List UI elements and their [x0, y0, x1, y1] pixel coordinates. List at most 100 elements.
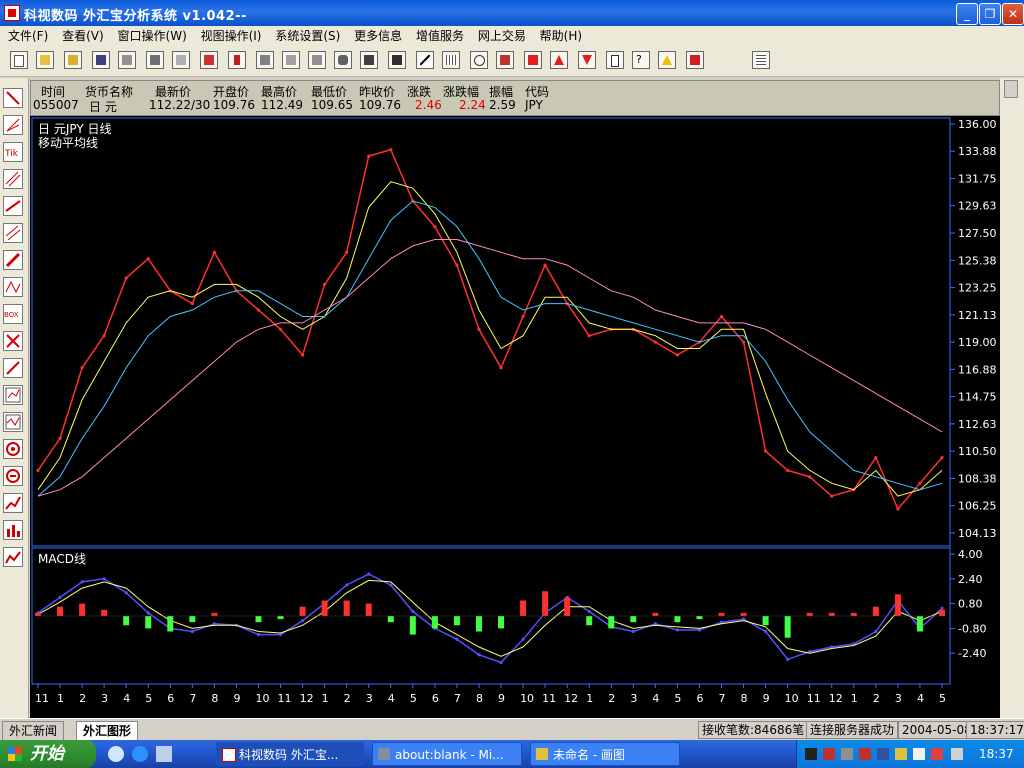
menu-online-trade[interactable]: 网上交易: [476, 26, 528, 46]
currency-icon[interactable]: [496, 51, 514, 69]
tray-icon-2[interactable]: [823, 748, 835, 760]
indicator-icon[interactable]: [3, 412, 23, 432]
save-icon[interactable]: [92, 51, 110, 69]
tab-forex-news[interactable]: 外汇新闻: [2, 721, 65, 741]
folder-icon[interactable]: [64, 51, 82, 69]
menu-file[interactable]: 文件(F): [6, 26, 50, 46]
menu-more-info[interactable]: 更多信息: [352, 26, 404, 46]
fibonacci-icon[interactable]: [3, 277, 23, 297]
detail-icon[interactable]: [360, 51, 378, 69]
panel-icon[interactable]: [308, 51, 326, 69]
x-tick-label: 12: [564, 692, 578, 705]
y-tick-label: 125.38: [958, 254, 997, 267]
restore-button[interactable]: ❐: [979, 3, 1001, 25]
zoom-in-icon[interactable]: [3, 439, 23, 459]
bookmark-icon[interactable]: [228, 51, 246, 69]
link-icon[interactable]: [282, 51, 300, 69]
up-trend-icon[interactable]: [3, 493, 23, 513]
menu-settings[interactable]: 系统设置(S): [273, 26, 342, 46]
menu-help[interactable]: 帮助(H): [538, 26, 584, 46]
start-button[interactable]: 开始: [0, 740, 96, 768]
blank-page-icon[interactable]: [606, 51, 624, 69]
warning-icon[interactable]: [658, 51, 676, 69]
chart-window-icon[interactable]: [3, 385, 23, 405]
chart-canvas[interactable]: 日 元JPY 日线 移动平均线 MACD线 136.00 133.88 131.75…: [30, 116, 1000, 718]
task-paint[interactable]: 未命名 - 画图: [530, 742, 680, 766]
value-low: 109.65: [311, 98, 353, 112]
ray-icon[interactable]: [3, 196, 23, 216]
window-icon[interactable]: [256, 51, 274, 69]
database-icon[interactable]: [334, 51, 352, 69]
eraser-icon[interactable]: [3, 358, 23, 378]
tick-icon[interactable]: Tik: [3, 142, 23, 162]
menu-window[interactable]: 窗口操作(W): [116, 26, 189, 46]
scroll-up-button[interactable]: [1004, 80, 1018, 98]
title-bar: 科视数码 外汇宝分析系统 v1.042-- _ ❐ ✕: [0, 0, 1024, 26]
tray-icon-3[interactable]: [841, 748, 853, 760]
bar-chart-icon[interactable]: [3, 520, 23, 540]
toolbar: ? 日: [0, 46, 1024, 118]
task-paint-icon: [536, 748, 548, 760]
menu-value-added[interactable]: 增值服务: [414, 26, 466, 46]
layout-icon[interactable]: [172, 51, 190, 69]
quicklaunch-ie-icon[interactable]: [132, 746, 148, 762]
tray-icon-6[interactable]: [895, 748, 907, 760]
tray-icon-8[interactable]: [931, 748, 943, 760]
minimize-button[interactable]: _: [956, 3, 978, 25]
grid-icon[interactable]: [442, 51, 460, 69]
quicklaunch-desktop-icon[interactable]: [108, 746, 124, 762]
pencil-icon[interactable]: [3, 250, 23, 270]
table-icon[interactable]: [752, 51, 770, 69]
task-forex-app[interactable]: 科视数码 外汇宝...: [216, 742, 364, 766]
delete-icon[interactable]: [3, 331, 23, 351]
x-tick-label: 2: [608, 692, 615, 705]
tab-forex-chart[interactable]: 外汇图形: [76, 721, 139, 741]
print-icon[interactable]: [146, 51, 164, 69]
down-arrow-icon[interactable]: [578, 51, 596, 69]
volume-icon[interactable]: [951, 748, 963, 760]
up-arrow-icon[interactable]: [550, 51, 568, 69]
y-tick-label: -0.80: [958, 622, 986, 635]
tray-icon-4[interactable]: [859, 748, 871, 760]
parallel-icon[interactable]: [3, 223, 23, 243]
data-point: [345, 583, 349, 587]
x-tick-label: 3: [101, 692, 108, 705]
close-button[interactable]: ✕: [1002, 3, 1024, 25]
chart-area[interactable]: 日 元JPY 日线 移动平均线 MACD线 136.00 133.88 131.75…: [30, 116, 1000, 718]
drawline-icon[interactable]: [416, 51, 434, 69]
trend-line-icon[interactable]: [3, 88, 23, 108]
help-icon[interactable]: ?: [632, 51, 650, 69]
task-browser[interactable]: about:blank - Mi...: [372, 742, 522, 766]
new-icon[interactable]: [10, 51, 28, 69]
tray-icon-7[interactable]: [913, 748, 925, 760]
tray-icon-5[interactable]: [877, 748, 889, 760]
quicklaunch-media-icon[interactable]: [156, 746, 172, 762]
open-folder-icon[interactable]: [36, 51, 54, 69]
x-tick-label: 8: [476, 692, 483, 705]
y-tick-label: 129.63: [958, 200, 997, 213]
menu-view-ops[interactable]: 视图操作(I): [199, 26, 264, 46]
y-tick-label: 136.00: [958, 118, 997, 131]
news-icon[interactable]: [524, 51, 542, 69]
copy-icon[interactable]: [118, 51, 136, 69]
x-tick-label: 11: [807, 692, 821, 705]
menu-view[interactable]: 查看(V): [60, 26, 106, 46]
right-panel: [1000, 78, 1024, 718]
price-icon[interactable]: [388, 51, 406, 69]
exit-icon[interactable]: [686, 51, 704, 69]
taskbar: 开始 科视数码 外汇宝... about:blank - Mi... 未命名 -…: [0, 740, 1024, 768]
zoom-out-icon[interactable]: [3, 466, 23, 486]
tray-icon-1[interactable]: [805, 748, 817, 760]
export-icon[interactable]: [200, 51, 218, 69]
price-chart-title: 日 元JPY 日线: [38, 122, 111, 136]
x-tick-label: 2: [873, 692, 880, 705]
clock-icon[interactable]: [470, 51, 488, 69]
box-icon[interactable]: BOX: [3, 304, 23, 324]
channel-icon[interactable]: [3, 169, 23, 189]
data-point: [940, 456, 944, 460]
data-point: [764, 629, 768, 634]
line-chart-icon[interactable]: [3, 547, 23, 567]
fan-line-icon[interactable]: [3, 115, 23, 135]
data-point: [146, 611, 150, 615]
y-tick-label: 131.75: [958, 173, 997, 186]
